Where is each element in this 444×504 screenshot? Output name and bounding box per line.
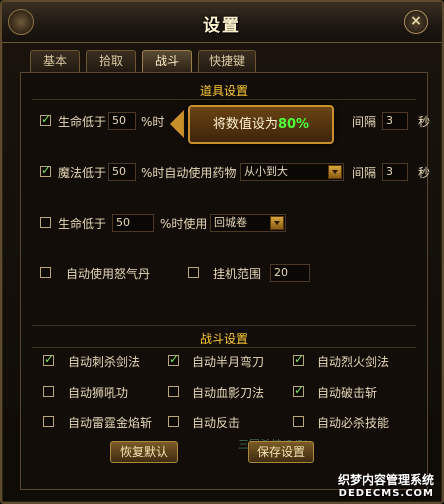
rage-label: 自动使用怒气丹 bbox=[66, 267, 151, 281]
tab-pickup[interactable]: 拾取 bbox=[86, 50, 136, 72]
mp-interval-label: 间隔 bbox=[352, 166, 377, 180]
skill-label: 自动烈火剑法 bbox=[317, 355, 390, 369]
brand-line1: 织梦内容管理系统 bbox=[337, 473, 434, 487]
hp-scroll-input[interactable]: 50 bbox=[112, 214, 154, 232]
tab-basic[interactable]: 基本 bbox=[30, 50, 80, 72]
skill-label: 自动半月弯刀 bbox=[192, 355, 265, 369]
hp-scroll-checkbox[interactable] bbox=[40, 217, 51, 228]
tooltip-percent: 80% bbox=[277, 117, 310, 132]
hp-threshold-input[interactable]: 50 bbox=[108, 112, 136, 130]
mp-label: 魔法低于 bbox=[58, 166, 107, 180]
item-settings-title: 道具设置 bbox=[199, 84, 248, 98]
skill-label: 自动雷霆金焰斩 bbox=[68, 416, 153, 430]
mp-order-select[interactable]: 从小到大 bbox=[240, 163, 344, 181]
idle-range-checkbox[interactable] bbox=[188, 267, 199, 278]
hp-scroll-label: 生命低于 bbox=[58, 217, 107, 231]
skill-label: 自动刺杀剑法 bbox=[68, 355, 141, 369]
hp-scroll-suffix: %时使用 bbox=[160, 217, 208, 231]
skill-label: 自动狮吼功 bbox=[68, 386, 129, 400]
skill-checkbox[interactable] bbox=[293, 383, 304, 397]
title-bar[interactable]: 设置 × bbox=[2, 2, 442, 43]
divider bbox=[32, 347, 416, 348]
skill-label: 自动反击 bbox=[192, 416, 241, 430]
tab-hotkeys[interactable]: 快捷键 bbox=[198, 50, 256, 72]
brand-line2: DEDECMS.COM bbox=[338, 488, 434, 499]
mp-checkbox[interactable] bbox=[40, 163, 51, 177]
window-title: 设置 bbox=[203, 16, 241, 36]
tooltip-prefix: 将数值设为 bbox=[212, 117, 278, 132]
hp-interval-label: 间隔 bbox=[352, 115, 377, 129]
scroll-item-select[interactable]: 回城卷 bbox=[210, 214, 286, 232]
divider bbox=[32, 325, 416, 326]
skill-label: 自动血影刀法 bbox=[192, 386, 265, 400]
hp-suffix: %时 bbox=[141, 115, 165, 129]
brand-watermark: 织梦内容管理系统 DEDECMS.COM bbox=[338, 471, 434, 499]
mp-threshold-input[interactable]: 50 bbox=[108, 163, 136, 181]
hp-interval-input[interactable]: 3 bbox=[382, 112, 408, 130]
hp-label: 生命低于 bbox=[58, 115, 107, 129]
mp-suffix: %时自动使用药物 bbox=[141, 166, 237, 180]
value-tooltip: 将数值设为80% bbox=[188, 105, 334, 144]
restore-defaults-button[interactable]: 恢复默认 bbox=[110, 441, 178, 463]
hp-checkbox[interactable] bbox=[40, 112, 51, 126]
mp-order-value: 从小到大 bbox=[244, 165, 288, 178]
idle-range-input[interactable]: 20 bbox=[270, 264, 310, 282]
value-slider-handle-icon[interactable] bbox=[170, 110, 184, 138]
mp-interval-unit: 秒 bbox=[418, 166, 431, 180]
save-settings-button[interactable]: 保存设置 bbox=[248, 441, 314, 463]
close-button[interactable]: × bbox=[404, 10, 428, 34]
chevron-down-icon[interactable] bbox=[328, 165, 342, 179]
skill-checkbox[interactable] bbox=[293, 416, 304, 427]
mp-interval-input[interactable]: 3 bbox=[382, 163, 408, 181]
hp-interval-unit: 秒 bbox=[418, 115, 431, 129]
scroll-item-value: 回城卷 bbox=[214, 216, 247, 229]
combat-settings-title: 战斗设置 bbox=[199, 332, 248, 346]
chevron-down-icon[interactable] bbox=[270, 216, 284, 230]
divider bbox=[32, 99, 416, 100]
skill-checkbox[interactable] bbox=[43, 352, 54, 366]
rage-checkbox[interactable] bbox=[40, 267, 51, 278]
idle-range-label: 挂机范围 bbox=[213, 267, 262, 281]
skill-checkbox[interactable] bbox=[168, 386, 179, 397]
skill-label: 自动必杀技能 bbox=[317, 416, 390, 430]
skill-checkbox[interactable] bbox=[43, 416, 54, 427]
skill-checkbox[interactable] bbox=[293, 352, 304, 366]
skill-checkbox[interactable] bbox=[168, 416, 179, 427]
skill-checkbox[interactable] bbox=[43, 386, 54, 397]
tab-combat[interactable]: 战斗 bbox=[142, 50, 192, 72]
settings-window: 设置 × 基本 拾取 战斗 快捷键 道具设置 生命低于 50 %时 间隔 3 秒… bbox=[0, 0, 444, 504]
skill-label: 自动破击斩 bbox=[317, 386, 378, 400]
skill-checkbox[interactable] bbox=[168, 352, 179, 366]
